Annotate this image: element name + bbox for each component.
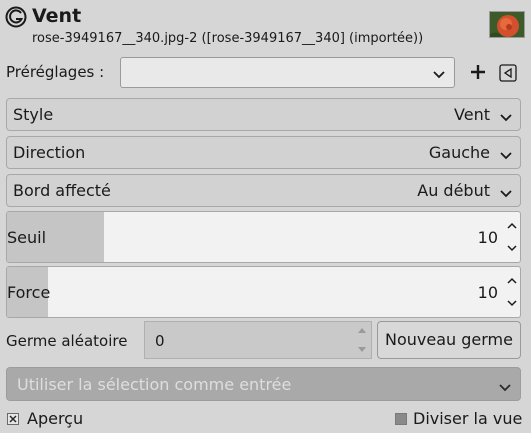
checkmark-icon [9,415,17,423]
chevron-down-icon [499,147,513,160]
selection-input-dropdown[interactable]: Utiliser la sélection comme entrée [6,367,521,401]
direction-label: Direction [13,143,86,162]
new-seed-button[interactable]: Nouveau germe [377,321,521,359]
presets-label: Préréglages : [6,63,105,81]
preview-label[interactable]: Aperçu [27,409,83,429]
threshold-label: Seuil [7,228,47,247]
gimp-logo-icon [4,5,28,29]
image-subtitle: rose-3949167__340.jpg-2 ([rose-3949167__… [32,31,424,46]
strength-value: 10 [477,283,498,302]
edge-value: Au début [417,181,490,200]
chevron-up-icon[interactable] [506,277,518,285]
edge-label: Bord affecté [13,181,111,200]
triangle-up-icon[interactable] [356,326,368,334]
chevron-down-icon [499,109,513,122]
seed-input[interactable]: 0 [144,321,372,359]
strength-label: Force [7,283,51,302]
split-view-label[interactable]: Diviser la vue [413,409,522,429]
chevron-down-icon [499,185,513,198]
image-thumbnail [489,11,525,38]
strength-spinscale[interactable]: Force 10 [6,266,521,318]
style-value: Vent [454,105,490,124]
threshold-spin-buttons[interactable] [504,212,520,262]
presets-dropdown[interactable] [120,57,455,88]
selection-input-label: Utiliser la sélection comme entrée [17,375,292,394]
chevron-up-icon[interactable] [506,222,518,230]
add-preset-button[interactable] [468,62,488,82]
split-view-checkbox[interactable] [395,413,407,425]
chevron-down-icon [432,66,446,79]
plus-icon [471,65,485,79]
threshold-spinscale[interactable]: Seuil 10 [6,211,521,263]
style-label: Style [13,105,54,124]
threshold-value: 10 [477,228,498,247]
seed-label: Germe aléatoire [6,332,128,350]
seed-value: 0 [155,332,165,350]
chevron-down-icon [498,379,512,392]
chevron-down-icon[interactable] [506,244,518,252]
direction-value: Gauche [428,143,490,162]
style-dropdown[interactable]: Style Vent [6,98,521,131]
preview-checkbox[interactable] [7,413,19,425]
dialog-title: Vent [32,5,82,27]
manage-presets-button[interactable] [499,64,517,82]
triangle-down-icon[interactable] [356,346,368,354]
direction-dropdown[interactable]: Direction Gauche [6,136,521,169]
menu-arrow-icon [499,64,517,82]
seed-spin-buttons[interactable] [353,322,371,358]
strength-spin-buttons[interactable] [504,267,520,317]
chevron-down-icon[interactable] [506,299,518,307]
edge-dropdown[interactable]: Bord affecté Au début [6,174,521,207]
